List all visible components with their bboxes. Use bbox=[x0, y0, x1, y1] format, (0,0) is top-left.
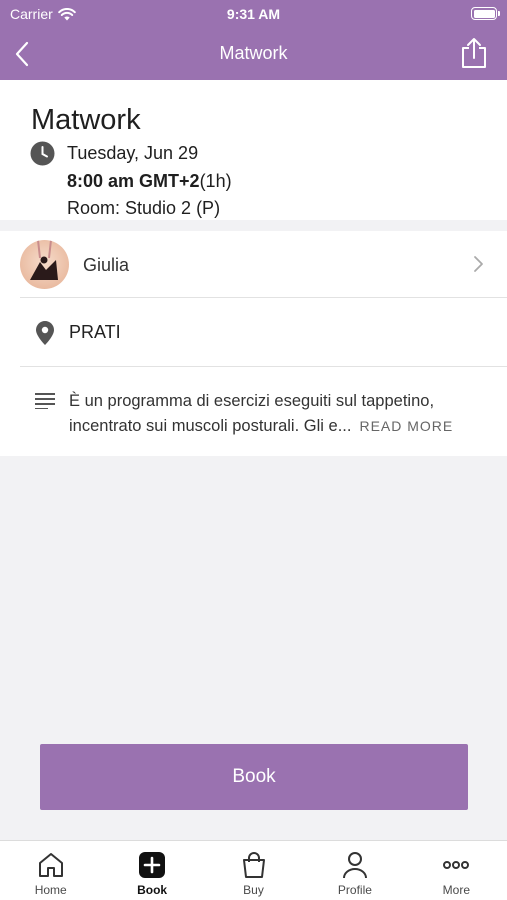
class-details: Giulia PRATI È un programma di esercizi … bbox=[0, 231, 507, 456]
tab-bar: Home Book Buy Profile More bbox=[0, 840, 507, 900]
nav-title: Matwork bbox=[219, 43, 288, 63]
class-room: Room: Studio 2 (P) bbox=[67, 198, 221, 218]
tab-more[interactable]: More bbox=[406, 841, 507, 900]
person-icon bbox=[342, 852, 367, 879]
class-time: 8:00 am GMT+2(1h) bbox=[67, 171, 232, 192]
plus-square-icon bbox=[139, 852, 166, 878]
shopping-bag-icon bbox=[242, 852, 265, 878]
read-more-link[interactable]: READ MORE bbox=[359, 418, 453, 434]
tab-book-label: Book bbox=[137, 883, 168, 897]
tab-profile-label: Profile bbox=[337, 883, 372, 897]
tab-buy-label: Buy bbox=[243, 883, 264, 897]
class-title: Matwork bbox=[31, 104, 141, 136]
class-header: Matwork Tuesday, Jun 29 8:00 am GMT+2(1h… bbox=[0, 80, 507, 220]
navigation-bar: Matwork bbox=[0, 28, 507, 80]
tab-book[interactable]: Book bbox=[101, 841, 202, 900]
top-bar: Carrier 9:31 AM Matwork bbox=[0, 0, 507, 80]
battery-icon bbox=[471, 7, 500, 20]
description-text: È un programma di esercizi eseguiti sul … bbox=[69, 389, 489, 439]
more-dots-icon bbox=[443, 861, 470, 869]
location-row: PRATI bbox=[20, 298, 507, 367]
tab-buy[interactable]: Buy bbox=[203, 841, 304, 900]
description-lines-icon bbox=[35, 393, 55, 409]
tab-home-label: Home bbox=[34, 883, 67, 897]
status-bar: Carrier 9:31 AM bbox=[0, 0, 507, 28]
clock-icon bbox=[30, 141, 55, 166]
tab-home[interactable]: Home bbox=[0, 841, 101, 900]
class-start-time: 8:00 am GMT+2 bbox=[67, 171, 200, 191]
book-button[interactable]: Book bbox=[40, 744, 468, 810]
share-icon[interactable] bbox=[459, 36, 489, 70]
class-duration: (1h) bbox=[199, 171, 232, 191]
instructor-avatar bbox=[20, 240, 69, 289]
location-pin-icon bbox=[36, 321, 54, 345]
home-icon bbox=[38, 853, 63, 877]
chevron-right-icon bbox=[474, 256, 483, 272]
tab-more-label: More bbox=[442, 883, 470, 897]
location-name: PRATI bbox=[69, 322, 121, 342]
description-row: È un programma di esercizi eseguiti sul … bbox=[20, 367, 507, 456]
instructor-row[interactable]: Giulia bbox=[20, 231, 507, 298]
tab-profile[interactable]: Profile bbox=[304, 841, 405, 900]
class-date: Tuesday, Jun 29 bbox=[67, 143, 199, 163]
instructor-name: Giulia bbox=[83, 255, 130, 275]
status-time: 9:31 AM bbox=[226, 6, 281, 22]
